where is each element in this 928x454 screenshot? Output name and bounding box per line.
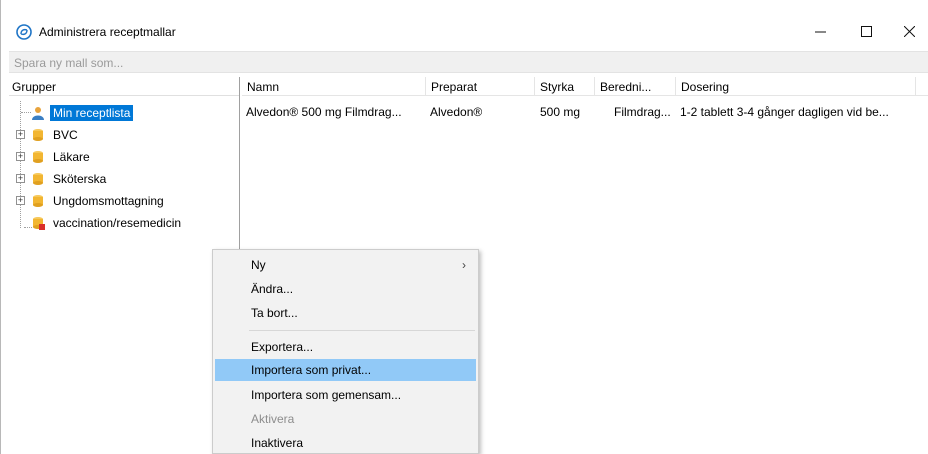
menu-item-inaktivera[interactable]: Inaktivera [215, 432, 476, 454]
title-bar: Administrera receptmallar [1, 0, 928, 44]
database-red-icon [33, 216, 45, 230]
database-icon [33, 172, 43, 185]
minimize-icon [814, 31, 826, 32]
tree-item-lakare[interactable]: Läkare [31, 147, 93, 166]
context-menu: Ny › Ändra... Ta bort... Exportera... Im… [212, 249, 479, 454]
tree-item-label: BVC [53, 127, 78, 142]
chevron-right-icon: › [462, 258, 466, 272]
menu-separator [249, 330, 475, 331]
expand-icon[interactable]: + [16, 174, 25, 183]
receptmallar-window: Administrera receptmallar Spara ny mall … [0, 0, 928, 454]
tree-item-label: vaccination/resemedicin [53, 215, 182, 230]
tree-item-vaccination[interactable]: vaccination/resemedicin [31, 213, 184, 232]
close-button[interactable] [889, 18, 928, 44]
tree-item-min-receptlista[interactable]: Min receptlista [31, 103, 134, 122]
cell-dosering: 1-2 tablett 3-4 gånger dagligen vid be..… [680, 105, 889, 119]
menu-item-label: Inaktivera [251, 436, 304, 450]
column-header-styrka[interactable]: Styrka [535, 77, 595, 96]
tree-item-skoterska[interactable]: Sköterska [31, 169, 109, 188]
close-icon [903, 25, 915, 37]
tree-item-label: Sköterska [53, 171, 107, 186]
cell-preparat: Alvedon® [430, 105, 483, 119]
tree-item-ungdomsmottagning[interactable]: Ungdomsmottagning [31, 191, 167, 210]
menu-item-label: Exportera... [251, 340, 314, 354]
expand-icon[interactable]: + [16, 130, 25, 139]
user-icon [32, 106, 44, 120]
menu-item-label: Aktivera [251, 412, 295, 426]
tree-line [21, 112, 31, 113]
menu-item-label: Ändra... [251, 282, 294, 296]
tree-line [20, 101, 21, 228]
menu-item-ny[interactable]: Ny › [215, 254, 476, 276]
menu-item-label: Importera som gemensam... [251, 388, 402, 402]
tree-item-label: Min receptlista [50, 104, 134, 121]
cell-namn: Alvedon® 500 mg Filmdrag... [246, 105, 402, 119]
column-header-label: Namn [247, 80, 280, 94]
groups-tree[interactable]: Grupper Min receptlista + BVC + Läkare +… [9, 77, 240, 454]
database-icon [33, 128, 43, 141]
cell-beredning: Filmdrag... [614, 105, 671, 119]
save-template-input[interactable]: Spara ny mall som... [9, 51, 928, 73]
maximize-button[interactable] [843, 18, 889, 44]
save-template-placeholder: Spara ny mall som... [14, 56, 124, 70]
minimize-button[interactable] [797, 18, 843, 44]
column-header-label: Preparat [431, 80, 478, 94]
groups-header: Grupper [9, 77, 239, 96]
table-header: Namn Preparat Styrka Beredni... Dosering [242, 77, 928, 96]
app-logo-icon [16, 24, 32, 40]
menu-item-andra[interactable]: Ändra... [215, 278, 476, 300]
menu-item-label: Ny [251, 258, 266, 272]
maximize-icon [860, 25, 872, 37]
column-header-namn[interactable]: Namn [242, 77, 426, 96]
groups-header-label: Grupper [12, 80, 57, 94]
database-icon [33, 194, 43, 207]
menu-item-exportera[interactable]: Exportera... [215, 336, 476, 358]
database-icon [33, 150, 43, 163]
window-title: Administrera receptmallar [39, 25, 176, 39]
column-header-label: Dosering [681, 80, 730, 94]
tree-item-label: Läkare [53, 149, 90, 164]
cell-styrka: 500 mg [540, 105, 581, 119]
menu-item-label: Importera som privat... [251, 363, 372, 377]
column-header-label: Styrka [540, 80, 575, 94]
column-header-preparat[interactable]: Preparat [426, 77, 535, 96]
expand-icon[interactable]: + [16, 152, 25, 161]
tree-item-label: Ungdomsmottagning [53, 193, 164, 208]
menu-item-aktivera: Aktivera [215, 408, 476, 430]
menu-item-importera-privat[interactable]: Importera som privat... [215, 359, 476, 381]
menu-item-ta-bort[interactable]: Ta bort... [215, 302, 476, 324]
tree-item-bvc[interactable]: BVC [31, 125, 81, 144]
expand-icon[interactable]: + [16, 196, 25, 205]
column-header-label: Beredni... [600, 80, 652, 94]
column-header-beredning[interactable]: Beredni... [595, 77, 676, 96]
menu-item-importera-gemensam[interactable]: Importera som gemensam... [215, 384, 476, 406]
menu-item-label: Ta bort... [251, 306, 298, 320]
column-header-dosering[interactable]: Dosering [676, 77, 916, 96]
